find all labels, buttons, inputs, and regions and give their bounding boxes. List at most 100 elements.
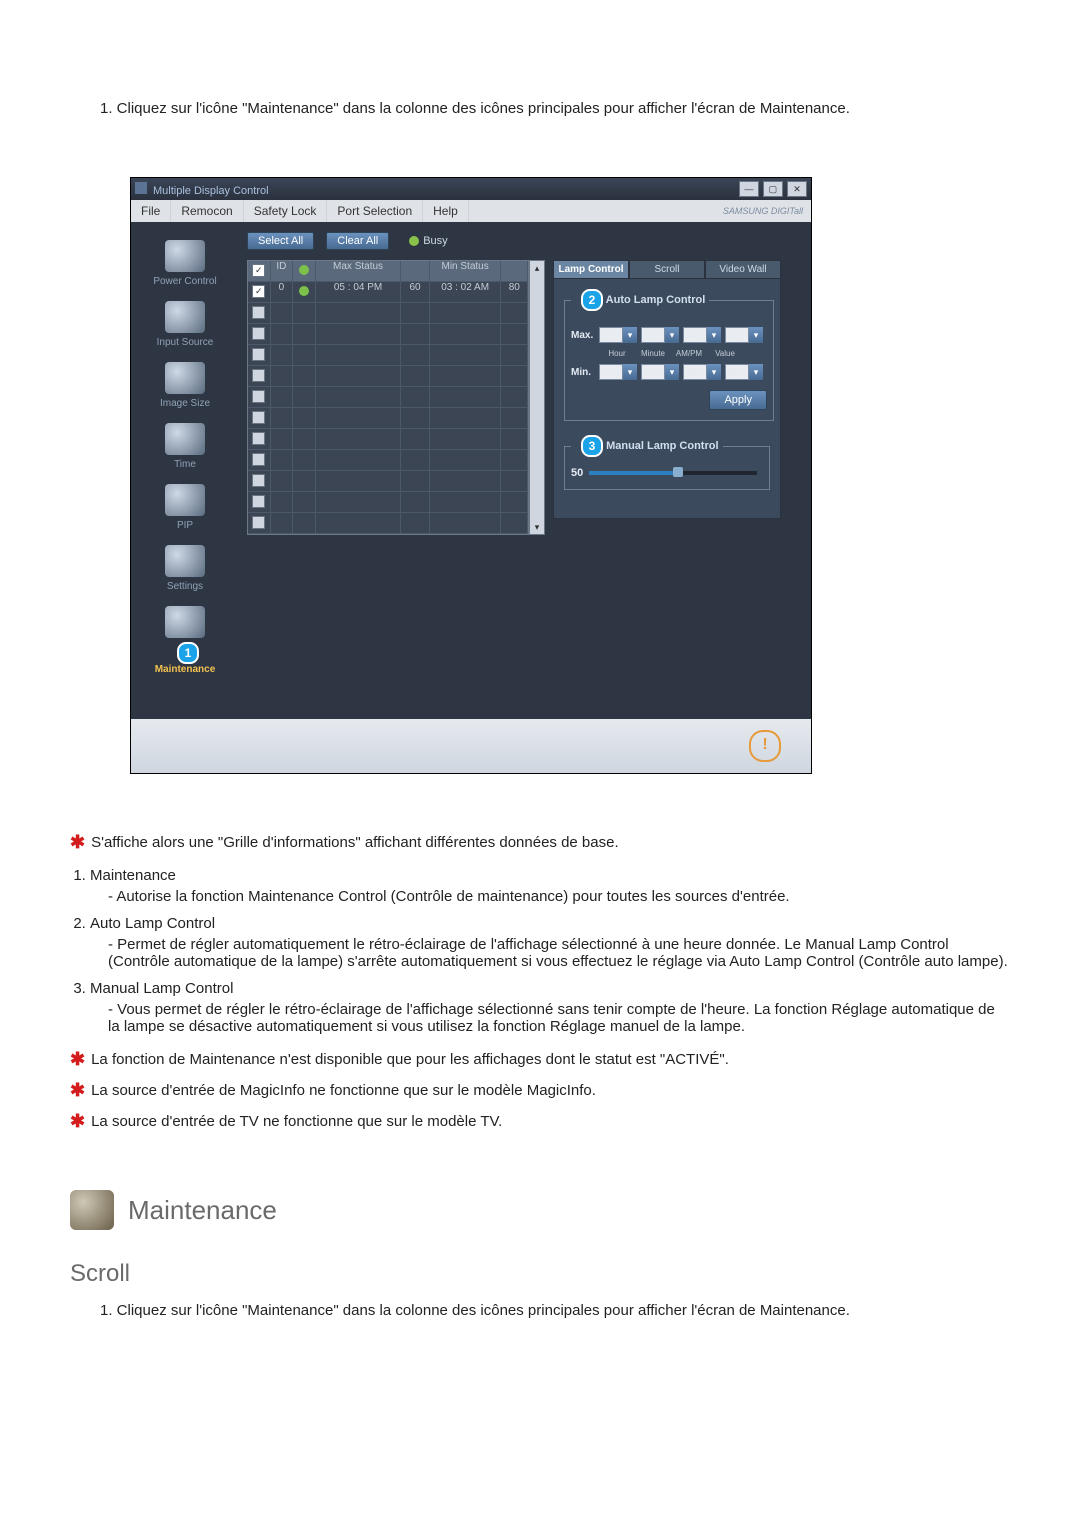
menu-safety-lock[interactable]: Safety Lock (244, 200, 328, 222)
slider-thumb[interactable] (673, 467, 683, 477)
note-active-only: ✱La fonction de Maintenance n'est dispon… (70, 1051, 1010, 1068)
min-value-input[interactable]: 50 (725, 364, 749, 380)
grid-scrollbar[interactable]: ▴ ▾ (529, 260, 545, 535)
minimize-icon[interactable]: — (739, 181, 759, 197)
info-grid: ID Max Status Min Status 0 (247, 260, 529, 535)
row-checkbox[interactable] (252, 495, 265, 508)
chevron-down-icon[interactable]: ▾ (707, 364, 721, 380)
row-checkbox[interactable] (252, 432, 265, 445)
window-title: Multiple Display Control (153, 185, 269, 197)
star-icon: ✱ (70, 1051, 85, 1067)
tab-scroll[interactable]: Scroll (629, 260, 705, 279)
slider-value: 50 (571, 467, 583, 479)
min-ampm-input[interactable]: AM (683, 364, 707, 380)
busy-indicator: Busy (409, 235, 447, 247)
table-row[interactable]: 0 05 : 04 PM 60 03 : 02 AM 80 (248, 282, 528, 303)
min-label: Min. (571, 367, 599, 378)
menu-help[interactable]: Help (423, 200, 469, 222)
sidebar: Power Control Input Source Image Size Ti… (131, 222, 239, 719)
input-icon (165, 301, 205, 333)
max-value-input[interactable]: 50 (725, 327, 749, 343)
hour-sublabel: Hour (599, 349, 635, 358)
image-size-icon (165, 362, 205, 394)
menu-file[interactable]: File (131, 200, 171, 222)
window-buttons[interactable]: — ▢ ✕ (738, 181, 807, 197)
menu-port-selection[interactable]: Port Selection (327, 200, 423, 222)
sidebar-item-input-source[interactable]: Input Source (131, 301, 239, 348)
callout-1: 1 (177, 642, 199, 664)
busy-dot-icon (409, 236, 419, 246)
status-on-icon (299, 286, 309, 296)
chevron-down-icon[interactable]: ▾ (623, 364, 637, 380)
row-checkbox[interactable] (252, 474, 265, 487)
section-maintenance: Maintenance (70, 1190, 1010, 1230)
note-magicinfo: ✱La source d'entrée de MagicInfo ne fonc… (70, 1082, 1010, 1099)
chevron-down-icon[interactable]: ▾ (707, 327, 721, 343)
chevron-down-icon[interactable]: ▾ (749, 327, 763, 343)
item-auto-lamp-title: Auto Lamp Control (90, 915, 215, 932)
chevron-down-icon[interactable]: ▾ (665, 327, 679, 343)
row-checkbox[interactable] (252, 285, 265, 298)
tab-lamp-control[interactable]: Lamp Control (553, 260, 629, 279)
item-manual-lamp-title: Manual Lamp Control (90, 980, 233, 997)
scroll-up-icon[interactable]: ▴ (530, 261, 544, 275)
sidebar-item-maintenance[interactable]: 1 Maintenance (131, 606, 239, 675)
intro-text: 1. Cliquez sur l'icône "Maintenance" dan… (100, 100, 1010, 117)
tab-video-wall[interactable]: Video Wall (705, 260, 781, 279)
col-id: ID (271, 261, 294, 281)
auto-lamp-fieldset: 2 Auto Lamp Control Max. 1▾ 00▾ AM▾ 50▾ … (564, 289, 774, 421)
menu-remocon[interactable]: Remocon (171, 200, 243, 222)
minute-sublabel: Minute (635, 349, 671, 358)
maintenance-icon (165, 606, 205, 638)
col-max: Max Status (316, 261, 401, 281)
lamp-slider[interactable] (589, 471, 757, 475)
manual-lamp-fieldset: 3 Manual Lamp Control 50 (564, 435, 770, 490)
row-checkbox[interactable] (252, 453, 265, 466)
sidebar-item-settings[interactable]: Settings (131, 545, 239, 592)
subsection-scroll: Scroll (70, 1260, 1010, 1288)
close-icon[interactable]: ✕ (787, 181, 807, 197)
row-checkbox[interactable] (252, 348, 265, 361)
callout-2: 2 (581, 289, 603, 311)
note-tv: ✱La source d'entrée de TV ne fonctionne … (70, 1113, 1010, 1130)
app-icon (135, 182, 147, 194)
sidebar-item-image-size[interactable]: Image Size (131, 362, 239, 409)
select-all-button[interactable]: Select All (247, 232, 314, 250)
max-minute-input[interactable]: 00 (641, 327, 665, 343)
sidebar-item-pip[interactable]: PIP (131, 484, 239, 531)
power-icon (165, 240, 205, 272)
callout-3: 3 (581, 435, 603, 457)
max-hour-input[interactable]: 1 (599, 327, 623, 343)
min-minute-input[interactable]: 00 (641, 364, 665, 380)
row-checkbox[interactable] (252, 411, 265, 424)
apply-button[interactable]: Apply (709, 390, 767, 410)
row-checkbox[interactable] (252, 327, 265, 340)
header-checkbox[interactable] (252, 264, 265, 277)
chevron-down-icon[interactable]: ▾ (749, 364, 763, 380)
max-label: Max. (571, 330, 599, 341)
item-manual-lamp-desc: - Vous permet de régler le rétro-éclaira… (108, 1001, 1010, 1035)
sidebar-item-power-control[interactable]: Power Control (131, 240, 239, 287)
max-ampm-input[interactable]: AM (683, 327, 707, 343)
brand-label: SAMSUNG DIGITall (723, 206, 811, 216)
section-icon (70, 1190, 114, 1230)
row-checkbox[interactable] (252, 516, 265, 529)
row-checkbox[interactable] (252, 306, 265, 319)
chevron-down-icon[interactable]: ▾ (623, 327, 637, 343)
gear-icon (165, 545, 205, 577)
clear-all-button[interactable]: Clear All (326, 232, 389, 250)
sidebar-item-time[interactable]: Time (131, 423, 239, 470)
titlebar: Multiple Display Control — ▢ ✕ (131, 178, 811, 200)
row-checkbox[interactable] (252, 369, 265, 382)
scroll-down-icon[interactable]: ▾ (530, 520, 544, 534)
star-icon: ✱ (70, 1113, 85, 1129)
warning-icon: ! (749, 730, 781, 762)
min-hour-input[interactable]: 1 (599, 364, 623, 380)
item-auto-lamp-desc: - Permet de régler automatiquement le ré… (108, 936, 1010, 970)
item-maintenance-desc: - Autorise la fonction Maintenance Contr… (108, 888, 1010, 905)
row-checkbox[interactable] (252, 390, 265, 403)
ampm-sublabel: AM/PM (671, 349, 707, 358)
chevron-down-icon[interactable]: ▾ (665, 364, 679, 380)
maximize-icon[interactable]: ▢ (763, 181, 783, 197)
pip-icon (165, 484, 205, 516)
